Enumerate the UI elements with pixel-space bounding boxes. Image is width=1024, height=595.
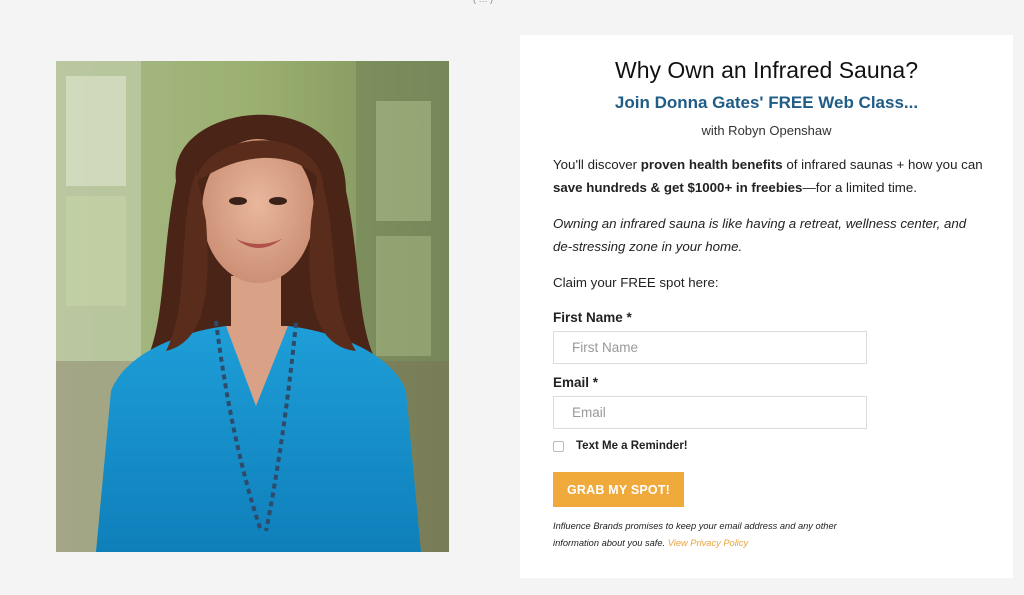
claim-text: Claim your FREE spot here: (553, 275, 719, 290)
intro-text-3: —for a limited time. (802, 180, 917, 195)
first-name-input[interactable] (553, 331, 867, 364)
intro-paragraph: You'll discover proven health benefits o… (553, 153, 988, 199)
intro-bold-1: proven health benefits (640, 157, 783, 172)
card-byline: with Robyn Openshaw (701, 123, 832, 138)
reminder-label[interactable]: Text Me a Reminder! (576, 440, 688, 452)
privacy-policy-link[interactable]: View Privacy Policy (668, 538, 748, 548)
signup-card: Why Own an Infrared Sauna? Join Donna Ga… (520, 35, 1013, 578)
italic-paragraph: Owning an infrared sauna is like having … (553, 216, 967, 254)
grab-my-spot-button[interactable]: GRAB MY SPOT! (553, 472, 684, 507)
first-name-label: First Name * (553, 310, 632, 325)
presenter-photo (56, 61, 449, 552)
card-subhead: Join Donna Gates' FREE Web Class... (614, 93, 919, 112)
presenter-portrait-image (56, 61, 449, 552)
privacy-notice: Influence Brands promises to keep your e… (553, 518, 853, 552)
top-fragment-text: ( … ) (473, 0, 493, 4)
email-label: Email * (553, 375, 599, 390)
intro-text-1: You'll discover (553, 157, 641, 172)
reminder-row[interactable]: Text Me a Reminder! (553, 440, 688, 452)
card-headline: Why Own an Infrared Sauna? (615, 57, 918, 83)
intro-text-2: of infrared saunas + how you can (782, 157, 983, 172)
intro-bold-2: save hundreds & get $1000+ in freebies (553, 180, 803, 195)
reminder-checkbox[interactable] (553, 440, 564, 452)
email-input[interactable] (553, 396, 867, 429)
